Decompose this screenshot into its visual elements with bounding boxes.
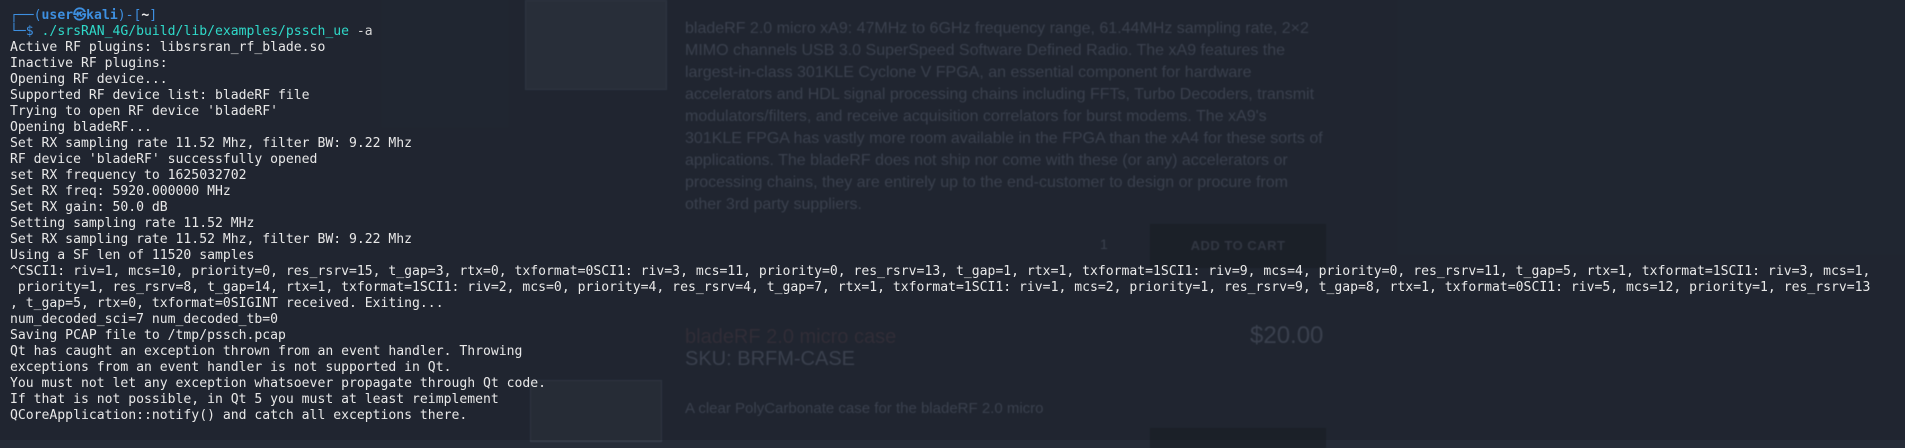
output-line: Using a SF len of 11520 samples	[10, 248, 255, 263]
output-line: Set RX gain: 50.0 dB	[10, 200, 168, 215]
output-line: num_decoded_sci=7 num_decoded_tb=0	[10, 312, 279, 327]
prompt-frame-top: ┌──(	[10, 8, 42, 23]
command-text: ./srsRAN_4G/build/lib/examples/pssch_ue	[41, 24, 349, 39]
terminal-output: Active RF plugins: libsrsran_rf_blade.so…	[10, 40, 1905, 424]
output-line: , t_gap=5, rtx=0, txformat=0SIGINT recei…	[10, 296, 444, 311]
command-line[interactable]: └─$ ./srsRAN_4G/build/lib/examples/pssch…	[10, 24, 1905, 40]
output-line: set RX frequency to 1625032702	[10, 168, 247, 183]
output-line: Trying to open RF device 'bladeRF'	[10, 104, 279, 119]
output-line: Setting sampling rate 11.52 MHz	[10, 216, 255, 231]
prompt-header: ┌──(user㉿kali)-[~]	[10, 8, 1905, 24]
output-line: Set RX sampling rate 11.52 Mhz, filter B…	[10, 232, 413, 247]
output-line: Set RX sampling rate 11.52 Mhz, filter B…	[10, 136, 413, 151]
output-line: Opening RF device...	[10, 72, 168, 87]
output-line: Opening bladeRF...	[10, 120, 152, 135]
output-line: QCoreApplication::notify() and catch all…	[10, 408, 468, 423]
command-option: -a	[349, 24, 373, 39]
output-line: priority=1, res_rsrv=8, t_gap=14, rtx=1,…	[10, 280, 1871, 295]
terminal-window[interactable]: ┌──(user㉿kali)-[~] └─$ ./srsRAN_4G/build…	[0, 0, 1905, 440]
prompt-frame-mid: )-[	[117, 8, 142, 23]
prompt-frame-end: ]	[149, 8, 158, 23]
output-line: Qt has caught an exception thrown from a…	[10, 344, 523, 359]
output-line: Active RF plugins: libsrsran_rf_blade.so	[10, 40, 326, 55]
prompt-user: user㉿kali	[41, 8, 118, 23]
output-line: exceptions from an event handler is not …	[10, 360, 452, 375]
output-line: You must not let any exception whatsoeve…	[10, 376, 547, 391]
output-line: ^CSCI1: riv=1, mcs=10, priority=0, res_r…	[10, 264, 1871, 279]
output-line: Inactive RF plugins:	[10, 56, 168, 71]
output-line: Supported RF device list: bladeRF file	[10, 88, 310, 103]
prompt-frame-bottom: └─$	[10, 24, 42, 39]
output-line: If that is not possible, in Qt 5 you mus…	[10, 392, 499, 407]
output-line: RF device 'bladeRF' successfully opened	[10, 152, 318, 167]
output-line: Set RX freq: 5920.000000 MHz	[10, 184, 231, 199]
output-line: Saving PCAP file to /tmp/pssch.pcap	[10, 328, 286, 343]
